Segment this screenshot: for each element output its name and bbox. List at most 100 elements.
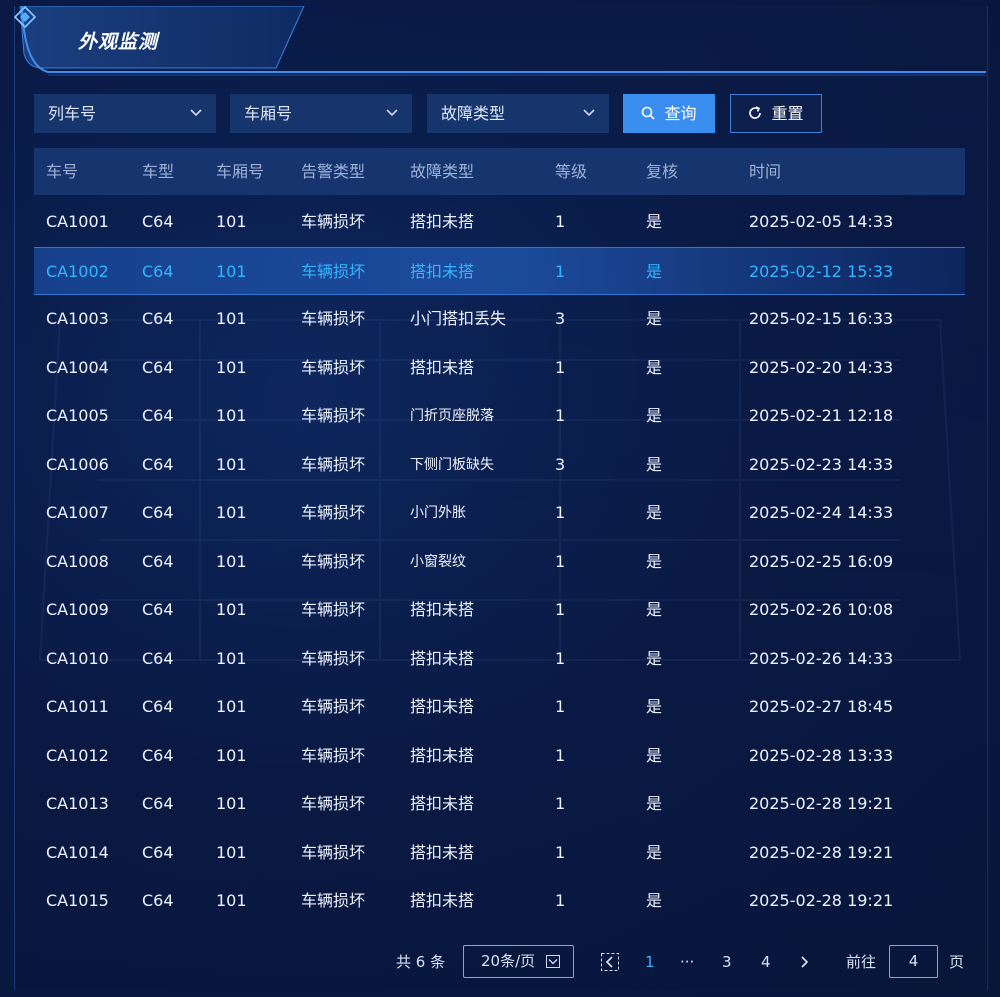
cell-review: 是 xyxy=(646,454,663,474)
cell-review: 是 xyxy=(646,842,663,862)
cell-car-no: 101 xyxy=(216,357,247,377)
cell-train-no: CA1011 xyxy=(46,697,109,716)
cell-review: 是 xyxy=(646,261,663,281)
cell-car-no: 101 xyxy=(216,600,247,619)
cell-fault-type: 搭扣未搭 xyxy=(410,261,475,281)
column-header-level[interactable]: 等级 xyxy=(555,148,587,195)
table-row[interactable]: CA1014 C64 101 车辆损坏 搭扣未搭 1 是 2025-02-28 19:21 xyxy=(34,829,965,877)
cell-car-model: C64 xyxy=(142,551,174,571)
cell-train-no: CA1001 xyxy=(46,212,109,231)
train-no-select[interactable]: 列车号 xyxy=(34,94,216,133)
page-suffix: 页 xyxy=(949,953,965,971)
cell-review: 是 xyxy=(646,503,663,522)
cell-train-no: CA1013 xyxy=(46,794,109,813)
cell-alarm-type: 车辆损坏 xyxy=(301,842,366,862)
cell-level: 1 xyxy=(555,745,566,765)
cell-level: 1 xyxy=(555,648,566,668)
table-row[interactable]: CA1001 C64 101 车辆损坏 搭扣未搭 1 是 2025-02-05 14:33 xyxy=(34,198,965,246)
panel-header: 外观监测 xyxy=(14,6,986,76)
cell-alarm-type: 车辆损坏 xyxy=(301,745,366,765)
cell-fault-type: 搭扣未搭 xyxy=(410,212,475,231)
cell-alarm-type: 车辆损坏 xyxy=(301,454,366,474)
cell-time: 2025-02-20 14:33 xyxy=(749,357,894,377)
next-page-icon[interactable] xyxy=(799,956,811,968)
cell-train-no: CA1004 xyxy=(46,357,109,377)
table-row[interactable]: CA1006 C64 101 车辆损坏 下侧门板缺失 3 是 2025-02-23 14:33 xyxy=(34,441,965,489)
cell-fault-type: 下侧门板缺失 xyxy=(410,456,494,473)
table-row[interactable]: CA1013 C64 101 车辆损坏 搭扣未搭 1 是 2025-02-28 19:21 xyxy=(34,780,965,828)
cell-car-model: C64 xyxy=(142,842,174,862)
cell-review: 是 xyxy=(646,309,663,328)
cell-level: 1 xyxy=(555,551,566,571)
car-no-select[interactable]: 车厢号 xyxy=(230,94,412,133)
fault-type-select[interactable]: 故障类型 xyxy=(427,94,609,133)
table-row[interactable]: CA1005 C64 101 车辆损坏 门折页座脱落 1 是 2025-02-21 12:18 xyxy=(34,392,965,440)
table-row[interactable]: CA1011 C64 101 车辆损坏 搭扣未搭 1 是 2025-02-27 18:45 xyxy=(34,683,965,731)
cell-review: 是 xyxy=(646,212,663,231)
page-button-4[interactable]: 4 xyxy=(761,944,771,980)
page-ellipsis[interactable]: ··· xyxy=(680,944,694,980)
cell-car-model: C64 xyxy=(142,309,174,328)
goto-page-input[interactable]: 4 xyxy=(889,945,938,978)
reset-label: 重置 xyxy=(771,104,804,123)
cell-car-model: C64 xyxy=(142,357,174,377)
table-row[interactable]: CA1007 C64 101 车辆损坏 小门外胀 1 是 2025-02-24 14:33 xyxy=(34,489,965,537)
panel-header-decoration xyxy=(19,6,986,76)
cell-alarm-type: 车辆损坏 xyxy=(301,648,366,668)
column-header-alarm-type[interactable]: 告警类型 xyxy=(301,148,365,195)
cell-car-model: C64 xyxy=(142,454,174,474)
cell-time: 2025-02-27 18:45 xyxy=(749,697,894,716)
column-header-train-no[interactable]: 车号 xyxy=(46,148,78,195)
cell-level: 3 xyxy=(555,454,566,474)
column-header-car-model[interactable]: 车型 xyxy=(142,148,174,195)
cell-fault-type: 门折页座脱落 xyxy=(410,408,494,424)
cell-level: 1 xyxy=(555,891,566,910)
cell-review: 是 xyxy=(646,891,663,910)
table-row[interactable]: CA1012 C64 101 车辆损坏 搭扣未搭 1 是 2025-02-28 13:33 xyxy=(34,732,965,780)
column-header-time[interactable]: 时间 xyxy=(749,148,781,195)
column-header-review[interactable]: 复核 xyxy=(646,148,678,195)
query-button[interactable]: 查询 xyxy=(623,94,715,133)
table-row[interactable]: CA1015 C64 101 车辆损坏 搭扣未搭 1 是 2025-02-28 19:21 xyxy=(34,877,965,925)
table-row[interactable]: CA1004 C64 101 车辆损坏 搭扣未搭 1 是 2025-02-20 14:33 xyxy=(34,344,965,392)
cell-time: 2025-02-24 14:33 xyxy=(749,503,894,522)
cell-car-no: 101 xyxy=(216,697,247,716)
cell-car-model: C64 xyxy=(142,261,174,281)
page-size-select[interactable]: 20条/页 xyxy=(463,945,574,978)
cell-car-model: C64 xyxy=(142,794,174,813)
car-no-placeholder: 车厢号 xyxy=(244,104,293,123)
table-row[interactable]: CA1003 C64 101 车辆损坏 小门搭扣丢失 3 是 2025-02-15 16:33 xyxy=(34,295,965,343)
column-header-fault-type[interactable]: 故障类型 xyxy=(410,148,474,195)
cell-level: 3 xyxy=(555,309,566,328)
cell-car-model: C64 xyxy=(142,891,174,910)
cell-review: 是 xyxy=(646,745,663,765)
pagination: 共 6 条 20条/页 1 ··· 3 4 前往 4 页 xyxy=(0,944,1000,980)
table-row[interactable]: CA1002 C64 101 车辆损坏 搭扣未搭 1 是 2025-02-12 15:33 xyxy=(34,246,965,295)
reset-button[interactable]: 重置 xyxy=(730,94,822,133)
cell-fault-type: 小门外胀 xyxy=(410,505,466,521)
cell-car-no: 101 xyxy=(216,406,247,425)
cell-alarm-type: 车辆损坏 xyxy=(301,503,366,522)
cell-alarm-type: 车辆损坏 xyxy=(301,309,366,328)
table-row[interactable]: CA1009 C64 101 车辆损坏 搭扣未搭 1 是 2025-02-26 10:08 xyxy=(34,586,965,634)
cell-train-no: CA1014 xyxy=(46,842,109,862)
cell-car-no: 101 xyxy=(216,842,247,862)
cell-review: 是 xyxy=(646,697,663,716)
refresh-icon xyxy=(749,106,762,119)
cell-review: 是 xyxy=(646,600,663,619)
page-button-1[interactable]: 1 xyxy=(645,944,655,980)
cell-train-no: CA1003 xyxy=(46,309,109,328)
table-row[interactable]: CA1008 C64 101 车辆损坏 小窗裂纹 1 是 2025-02-25 16:09 xyxy=(34,538,965,586)
cell-time: 2025-02-21 12:18 xyxy=(749,406,894,425)
cell-time: 2025-02-15 16:33 xyxy=(749,309,894,328)
table-row[interactable]: CA1010 C64 101 车辆损坏 搭扣未搭 1 是 2025-02-26 14:33 xyxy=(34,635,965,683)
cell-car-no: 101 xyxy=(216,454,247,474)
cell-car-no: 101 xyxy=(216,551,247,571)
page-button-3[interactable]: 3 xyxy=(722,944,732,980)
column-header-car-no[interactable]: 车厢号 xyxy=(216,148,264,195)
cell-level: 1 xyxy=(555,842,566,862)
prev-page-icon[interactable] xyxy=(601,953,619,971)
cell-fault-type: 搭扣未搭 xyxy=(410,842,475,862)
table-header: 车号 车型 车厢号 告警类型 故障类型 等级 复核 时间 xyxy=(34,148,965,195)
cell-car-model: C64 xyxy=(142,406,174,425)
